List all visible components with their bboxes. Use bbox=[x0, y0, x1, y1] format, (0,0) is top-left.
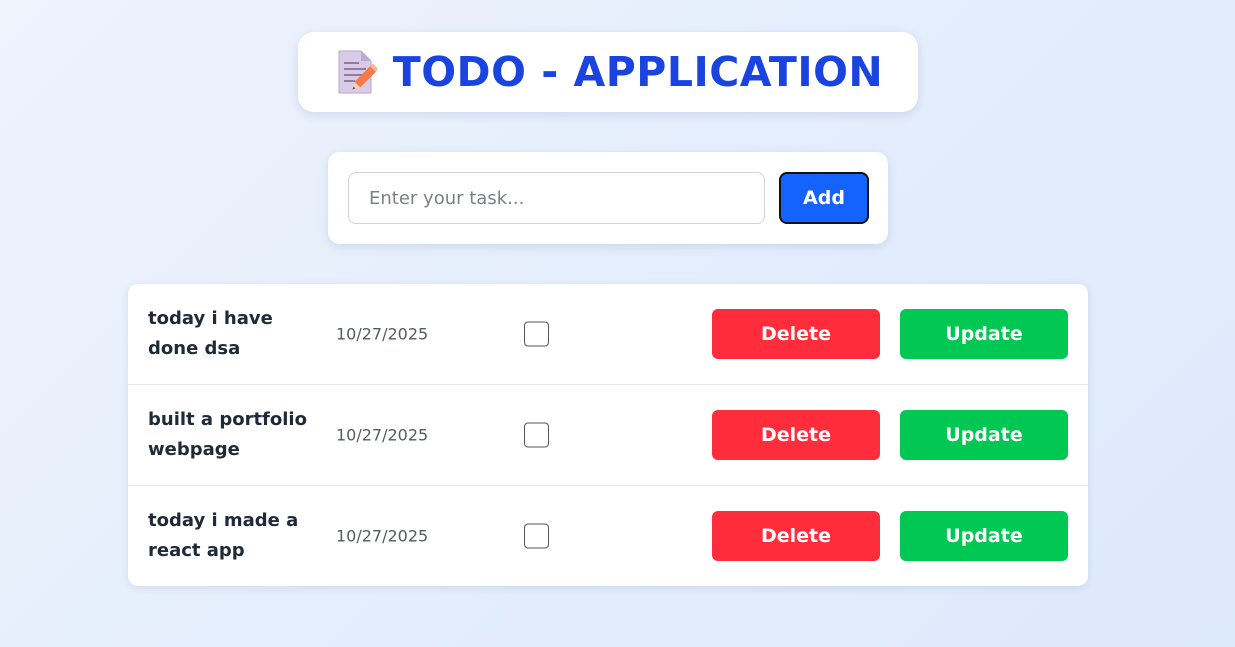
update-button[interactable]: Update bbox=[900, 309, 1068, 359]
todo-item: today i made a react app 10/27/2025 Dele… bbox=[128, 486, 1088, 586]
app-header: TODO - APPLICATION bbox=[298, 32, 918, 112]
add-button[interactable]: Add bbox=[779, 172, 869, 224]
todo-text: today i made a react app bbox=[148, 510, 299, 561]
todo-item: today i have done dsa 10/27/2025 Delete … bbox=[128, 284, 1088, 385]
task-input[interactable] bbox=[348, 172, 765, 224]
todo-date: 10/27/2025 bbox=[336, 526, 429, 546]
delete-button[interactable]: Delete bbox=[712, 309, 880, 359]
todo-date: 10/27/2025 bbox=[336, 324, 429, 344]
todo-item: built a portfolio webpage 10/27/2025 Del… bbox=[128, 385, 1088, 486]
todo-checkbox[interactable] bbox=[524, 523, 549, 549]
page-title: TODO - APPLICATION bbox=[392, 47, 884, 96]
todo-text: today i have done dsa bbox=[148, 308, 273, 359]
memo-icon bbox=[338, 50, 377, 94]
update-button[interactable]: Update bbox=[900, 511, 1068, 561]
add-task-form: Add bbox=[328, 152, 888, 244]
todo-list: today i have done dsa 10/27/2025 Delete … bbox=[128, 284, 1088, 586]
todo-date: 10/27/2025 bbox=[336, 425, 429, 445]
update-button[interactable]: Update bbox=[900, 410, 1068, 460]
delete-button[interactable]: Delete bbox=[712, 511, 880, 561]
todo-checkbox[interactable] bbox=[524, 422, 549, 448]
todo-checkbox[interactable] bbox=[524, 321, 549, 347]
delete-button[interactable]: Delete bbox=[712, 410, 880, 460]
todo-text: built a portfolio webpage bbox=[148, 409, 307, 460]
